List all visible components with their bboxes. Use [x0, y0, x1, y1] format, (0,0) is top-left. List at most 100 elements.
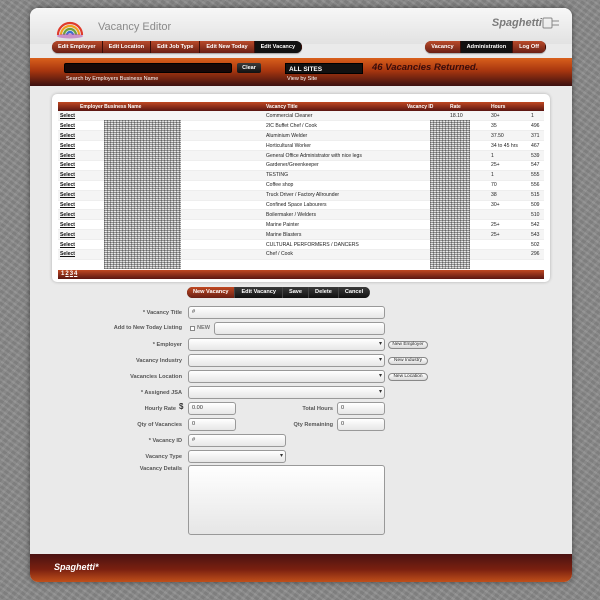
- row-id-cell: 539: [529, 150, 544, 161]
- clear-button[interactable]: Clear: [237, 63, 261, 73]
- page-link-2[interactable]: 2: [65, 271, 68, 277]
- column-header: Vacancy Title: [264, 102, 405, 111]
- industry-label: Vacancy Industry: [135, 358, 182, 364]
- select-link[interactable]: Select: [58, 209, 78, 221]
- nav-vacancy[interactable]: Vacancy: [425, 41, 461, 53]
- main-nav: Edit Employer Edit Location Edit Job Type E…: [52, 41, 303, 53]
- search-bar: Clear ALL SITES 46 Vacancies Returned. S…: [30, 58, 572, 86]
- select-link[interactable]: Select: [58, 120, 78, 132]
- page-link-4[interactable]: 4: [74, 271, 77, 277]
- hours-cell: 25+: [489, 219, 529, 231]
- total-hours-input[interactable]: 0: [337, 402, 385, 415]
- redacted-vacancy-ids: [430, 120, 470, 269]
- select-link[interactable]: Select: [58, 249, 78, 260]
- qty-remaining-label: Qty Remaining: [293, 422, 333, 428]
- new-today-checkbox-label: NEW: [197, 325, 211, 331]
- industry-select[interactable]: [188, 354, 385, 367]
- total-hours-label: Total Hours: [302, 406, 333, 412]
- column-header: [58, 102, 78, 111]
- select-link[interactable]: Select: [58, 219, 78, 231]
- employer-select[interactable]: [188, 338, 385, 351]
- select-link[interactable]: Select: [58, 239, 78, 250]
- new-vacancy-button[interactable]: New Vacancy: [187, 287, 236, 298]
- hours-cell: 30+: [489, 200, 529, 211]
- qty-remaining-input[interactable]: 0: [337, 418, 385, 431]
- row-id-cell: 543: [529, 229, 544, 241]
- new-today-input[interactable]: [214, 322, 385, 335]
- plug-icon: [542, 17, 559, 29]
- vacancy-details-label: Vacancy Details: [139, 466, 182, 472]
- vacancy-actions: New Vacancy Edit Vacancy Save Delete Cancel: [187, 287, 371, 298]
- page-link-3[interactable]: 3: [70, 271, 73, 277]
- hours-cell: 37.50: [489, 130, 529, 142]
- app-window: Vacancy Editor Spaghetti Edit Employer Ed…: [30, 8, 572, 582]
- select-link[interactable]: Select: [58, 111, 78, 122]
- row-id-cell: 496: [529, 120, 544, 132]
- select-link[interactable]: Select: [58, 200, 78, 211]
- vacancy-id-input[interactable]: #: [188, 434, 286, 447]
- row-id-cell: 515: [529, 190, 544, 201]
- new-industry-button[interactable]: New Industry: [388, 357, 428, 365]
- select-link[interactable]: Select: [58, 170, 78, 181]
- new-today-label: Add to New Today Listing: [113, 325, 182, 331]
- new-employer-button[interactable]: New Employer: [388, 341, 428, 349]
- employer-search-input[interactable]: [64, 63, 232, 73]
- select-link[interactable]: Select: [58, 140, 78, 152]
- vacancy-title-cell: Coffee shop: [264, 180, 405, 191]
- location-select[interactable]: [188, 370, 385, 383]
- column-header: Employer Business Name: [78, 102, 264, 111]
- hours-cell: 35: [489, 120, 529, 132]
- app-title: Vacancy Editor: [98, 21, 172, 33]
- brand-logo: Spaghetti: [491, 17, 542, 29]
- redacted-employer-names: [104, 120, 181, 269]
- header: Vacancy Editor Spaghetti: [30, 8, 572, 44]
- new-location-button[interactable]: New Location: [388, 373, 428, 381]
- hours-cell: 70: [489, 180, 529, 191]
- hours-cell: [489, 209, 529, 221]
- site-label: View by Site: [287, 76, 318, 82]
- row-id-cell: 542: [529, 219, 544, 231]
- vacancy-title-cell: Gardener/Greenkeeper: [264, 160, 405, 171]
- nav-edit-employer[interactable]: Edit Employer: [52, 41, 103, 53]
- vacancy-title-input[interactable]: #: [188, 306, 385, 319]
- nav-edit-vacancy[interactable]: Edit Vacancy: [254, 41, 303, 53]
- page-link-1[interactable]: 1: [61, 271, 64, 277]
- nav-edit-new-today[interactable]: Edit New Today: [200, 41, 255, 53]
- column-header: Vacancy ID: [405, 102, 448, 111]
- row-id-cell: 555: [529, 170, 544, 181]
- vacancy-details-textarea[interactable]: [188, 465, 385, 535]
- save-button[interactable]: Save: [282, 287, 310, 298]
- select-link[interactable]: Select: [58, 150, 78, 161]
- nav-administration[interactable]: Administration: [460, 41, 514, 53]
- edit-vacancy-button[interactable]: Edit Vacancy: [235, 287, 283, 298]
- hours-cell: 25+: [489, 229, 529, 241]
- vacancy-title-cell: Chef / Cook: [264, 249, 405, 260]
- select-link[interactable]: Select: [58, 190, 78, 201]
- vacancy-grid: Employer Business Name Vacancy Title Vacan…: [52, 94, 550, 282]
- vacancy-title-cell: Horticultural Worker: [264, 140, 405, 152]
- row-id-cell: 502: [529, 239, 544, 250]
- table-header: Employer Business Name Vacancy Title Vacan…: [58, 102, 544, 111]
- select-link[interactable]: Select: [58, 160, 78, 171]
- jsa-label: * Assigned JSA: [140, 390, 182, 396]
- select-link[interactable]: Select: [58, 180, 78, 191]
- row-id-cell: 510: [529, 209, 544, 221]
- column-header: Rate: [448, 102, 489, 111]
- vacancy-title-cell: Confined Space Labourers: [264, 200, 405, 211]
- vacancy-type-select[interactable]: [188, 450, 286, 463]
- select-link[interactable]: Select: [58, 130, 78, 142]
- nav-log-off[interactable]: Log Off: [513, 41, 546, 53]
- cancel-button[interactable]: Cancel: [338, 287, 371, 298]
- footer-brand: Spaghetti*: [54, 562, 99, 572]
- nav-edit-location[interactable]: Edit Location: [102, 41, 152, 53]
- jsa-select[interactable]: [188, 386, 385, 399]
- hours-cell: 25+: [489, 160, 529, 171]
- vacancy-title-cell: CULTURAL PERFORMERS / DANCERS: [264, 239, 405, 250]
- nav-edit-job-type[interactable]: Edit Job Type: [151, 41, 201, 53]
- vacancy-title-cell: 2IC Buffet Chef / Cook: [264, 120, 405, 132]
- row-id-cell: 467: [529, 140, 544, 152]
- select-link[interactable]: Select: [58, 229, 78, 241]
- new-today-checkbox[interactable]: [190, 326, 195, 331]
- site-select[interactable]: ALL SITES: [285, 63, 363, 74]
- delete-button[interactable]: Delete: [309, 287, 339, 298]
